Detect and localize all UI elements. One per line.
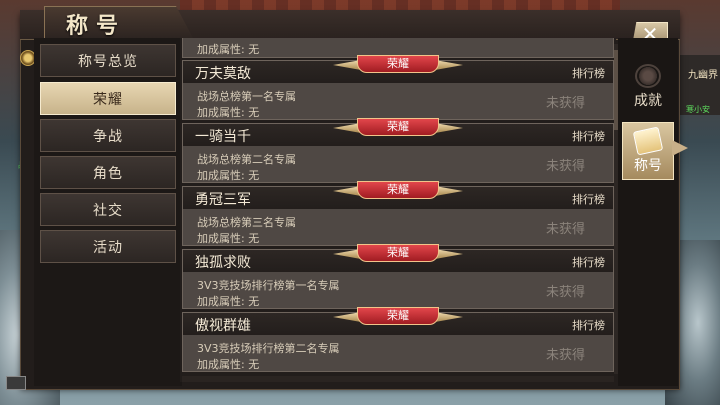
- title-description: 3V3竞技场排行榜第二名专属: [197, 342, 340, 355]
- title-status: 未获得: [546, 96, 586, 111]
- arrow-right-icon: [672, 140, 688, 156]
- npc-name-label: 九幽界: [688, 70, 718, 81]
- title-status: 未获得: [546, 159, 586, 174]
- title-attribute: 加成属性: 无: [197, 169, 260, 182]
- title-name: 傲视群雄: [195, 318, 251, 334]
- title-attribute: 加成属性: 无: [197, 295, 260, 308]
- glory-badge: 荣耀: [333, 118, 463, 140]
- glory-badge: 荣耀: [333, 55, 463, 77]
- system-corner-icon[interactable]: [6, 376, 26, 390]
- title-source: 排行榜: [572, 193, 605, 206]
- tab-title[interactable]: 称号: [622, 122, 674, 180]
- title-status: 未获得: [546, 348, 586, 363]
- title-status: 未获得: [546, 222, 586, 237]
- title-source: 排行榜: [572, 130, 605, 143]
- title-status: 未获得: [546, 285, 586, 300]
- tab-achievement[interactable]: 成就: [622, 56, 674, 114]
- title-scroll-icon: [632, 126, 664, 156]
- panel-title: 称号: [66, 13, 127, 39]
- title-name: 勇冠三军: [195, 192, 251, 208]
- title-card[interactable]: 一骑当千 荣耀 排行榜 战场总榜第二名专属 加成属性: 无 未获得: [182, 118, 614, 183]
- title-card[interactable]: 万夫莫敌 荣耀 排行榜 战场总榜第一名专属 加成属性: 无 未获得: [182, 55, 614, 120]
- title-description: 战场总榜第三名专属: [197, 216, 296, 229]
- title-name: 万夫莫敌: [195, 66, 251, 82]
- title-description: 战场总榜第二名专属: [197, 153, 296, 166]
- title-card[interactable]: 傲视群雄 荣耀 排行榜 3V3竞技场排行榜第二名专属 加成属性: 无 未获得: [182, 307, 614, 372]
- title-description: 战场总榜第一名专属: [197, 90, 296, 103]
- title-name: 独孤求败: [195, 255, 251, 271]
- list-item-partial: [182, 376, 614, 382]
- title-source: 排行榜: [572, 67, 605, 80]
- title-description: 3V3竞技场排行榜第一名专属: [197, 279, 340, 292]
- glory-badge: 荣耀: [333, 181, 463, 203]
- glory-badge: 荣耀: [333, 244, 463, 266]
- title-name: 一骑当千: [195, 129, 251, 145]
- title-card[interactable]: 勇冠三军 荣耀 排行榜 战场总榜第三名专属 加成属性: 无 未获得: [182, 181, 614, 246]
- title-card[interactable]: 独孤求败 荣耀 排行榜 3V3竞技场排行榜第一名专属 加成属性: 无 未获得: [182, 244, 614, 309]
- menu-item-overview[interactable]: 称号总览: [40, 44, 176, 77]
- title-source: 排行榜: [572, 256, 605, 269]
- menu-item-character[interactable]: 角色: [40, 156, 176, 189]
- title-attribute: 加成属性: 无: [197, 106, 260, 119]
- glory-badge: 荣耀: [333, 307, 463, 329]
- menu-item-social[interactable]: 社交: [40, 193, 176, 226]
- menu-item-activity[interactable]: 活动: [40, 230, 176, 263]
- menu-item-glory[interactable]: 荣耀: [40, 82, 176, 115]
- menu-item-battle[interactable]: 争战: [40, 119, 176, 152]
- player-name-label-right: 寒小安: [686, 105, 710, 114]
- title-attribute: 加成属性: 无: [197, 358, 260, 371]
- achievement-icon: [635, 64, 661, 88]
- title-attribute: 加成属性: 无: [197, 232, 260, 245]
- title-source: 排行榜: [572, 319, 605, 332]
